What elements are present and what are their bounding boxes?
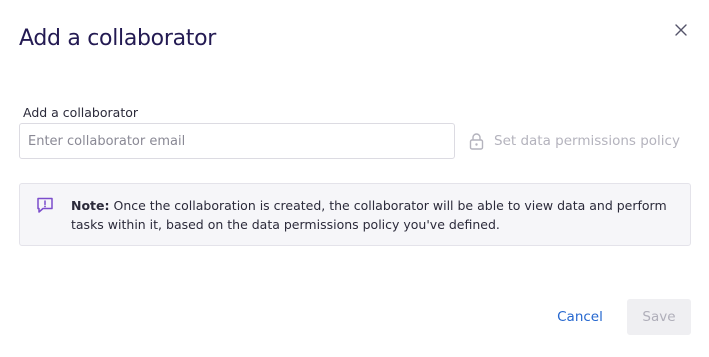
dialog-title: Add a collaborator — [19, 26, 217, 51]
set-data-permissions-label: Set data permissions policy — [494, 133, 680, 149]
close-button[interactable] — [670, 19, 692, 41]
email-field-label: Add a collaborator — [23, 105, 139, 120]
note-text: Note: Once the collaboration is created,… — [71, 196, 671, 234]
note-prefix: Note: — [71, 198, 110, 213]
add-collaborator-dialog: Add a collaborator Add a collaborator Se… — [0, 0, 709, 357]
collaborator-email-input[interactable] — [19, 123, 455, 159]
message-alert-icon — [37, 197, 53, 213]
note-banner: Note: Once the collaboration is created,… — [19, 183, 691, 246]
save-button[interactable]: Save — [627, 299, 691, 335]
cancel-button[interactable]: Cancel — [549, 300, 611, 334]
note-body: Once the collaboration is created, the c… — [71, 198, 667, 232]
lock-icon — [469, 133, 484, 150]
close-icon — [675, 24, 687, 36]
set-data-permissions-button[interactable]: Set data permissions policy — [469, 130, 680, 152]
